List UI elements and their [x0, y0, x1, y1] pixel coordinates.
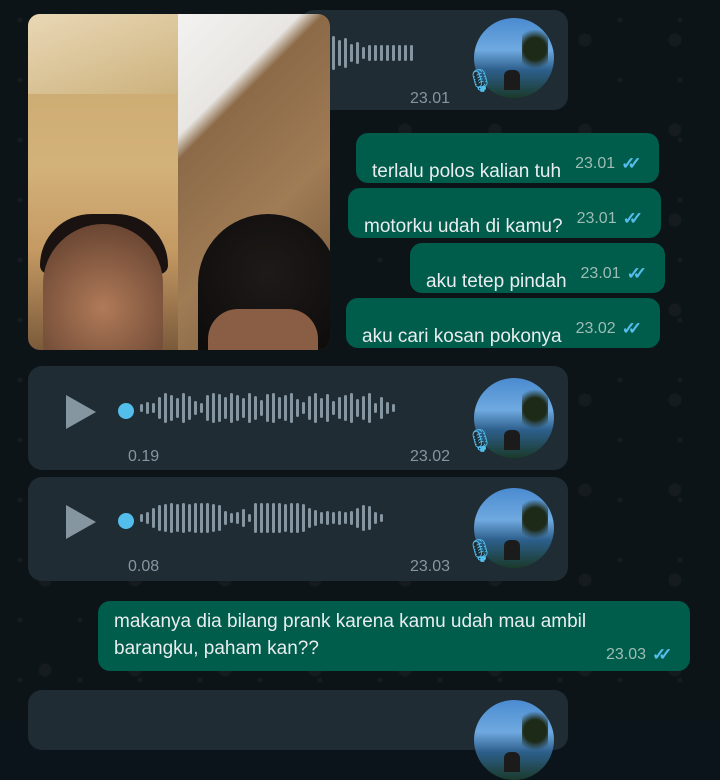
contact-avatar	[474, 700, 554, 780]
waveform[interactable]	[140, 503, 383, 533]
microphone-icon: 🎙	[466, 538, 494, 563]
waveform[interactable]	[140, 393, 395, 423]
message-time: 23.01	[575, 155, 616, 172]
outgoing-message[interactable]: motorku udah di kamu? 23.01 ✓✓	[348, 188, 661, 238]
message-text: terlalu polos kalian tuh	[372, 161, 562, 182]
video-right-frame	[178, 14, 330, 350]
double-check-icon: ✓✓	[622, 209, 644, 228]
message-time: 23.02	[410, 448, 451, 465]
message-text: motorku udah di kamu?	[364, 216, 563, 237]
outgoing-message[interactable]: makanya dia bilang prank karena kamu uda…	[98, 601, 690, 671]
message-text: aku tetep pindah	[426, 271, 567, 292]
message-text-line-2: barangku, paham kan??	[114, 638, 319, 659]
microphone-icon: 🎙	[466, 68, 494, 93]
waveform	[332, 36, 413, 70]
voice-duration: 0.19	[128, 448, 160, 465]
message-text-line-1: makanya dia bilang prank karena kamu uda…	[114, 611, 587, 632]
outgoing-message[interactable]: terlalu polos kalian tuh 23.01 ✓✓	[356, 133, 660, 183]
play-icon[interactable]	[66, 395, 96, 429]
microphone-icon: 🎙	[466, 428, 494, 453]
outgoing-message[interactable]: aku tetep pindah 23.01 ✓✓	[410, 243, 665, 293]
play-icon[interactable]	[66, 505, 96, 539]
message-time: 23.01	[576, 210, 617, 227]
video-message[interactable]	[28, 14, 330, 350]
outgoing-message[interactable]: aku cari kosan pokonya 23.02 ✓✓	[346, 298, 660, 348]
double-check-icon: ✓✓	[626, 264, 648, 283]
message-time: 23.02	[575, 320, 616, 337]
message-time: 23.01	[410, 90, 451, 107]
message-time: 23.03	[410, 558, 451, 575]
video-left-frame	[28, 14, 178, 350]
message-text: aku cari kosan pokonya	[362, 326, 562, 347]
double-check-icon: ✓✓	[621, 154, 642, 173]
double-check-icon: ✓✓	[621, 319, 643, 338]
playback-position-dot[interactable]	[118, 513, 134, 529]
double-check-icon: ✓✓	[652, 645, 673, 664]
voice-duration: 0.08	[128, 558, 160, 575]
message-time: 23.03	[605, 646, 646, 663]
playback-position-dot[interactable]	[118, 403, 134, 419]
message-time: 23.01	[580, 265, 621, 282]
